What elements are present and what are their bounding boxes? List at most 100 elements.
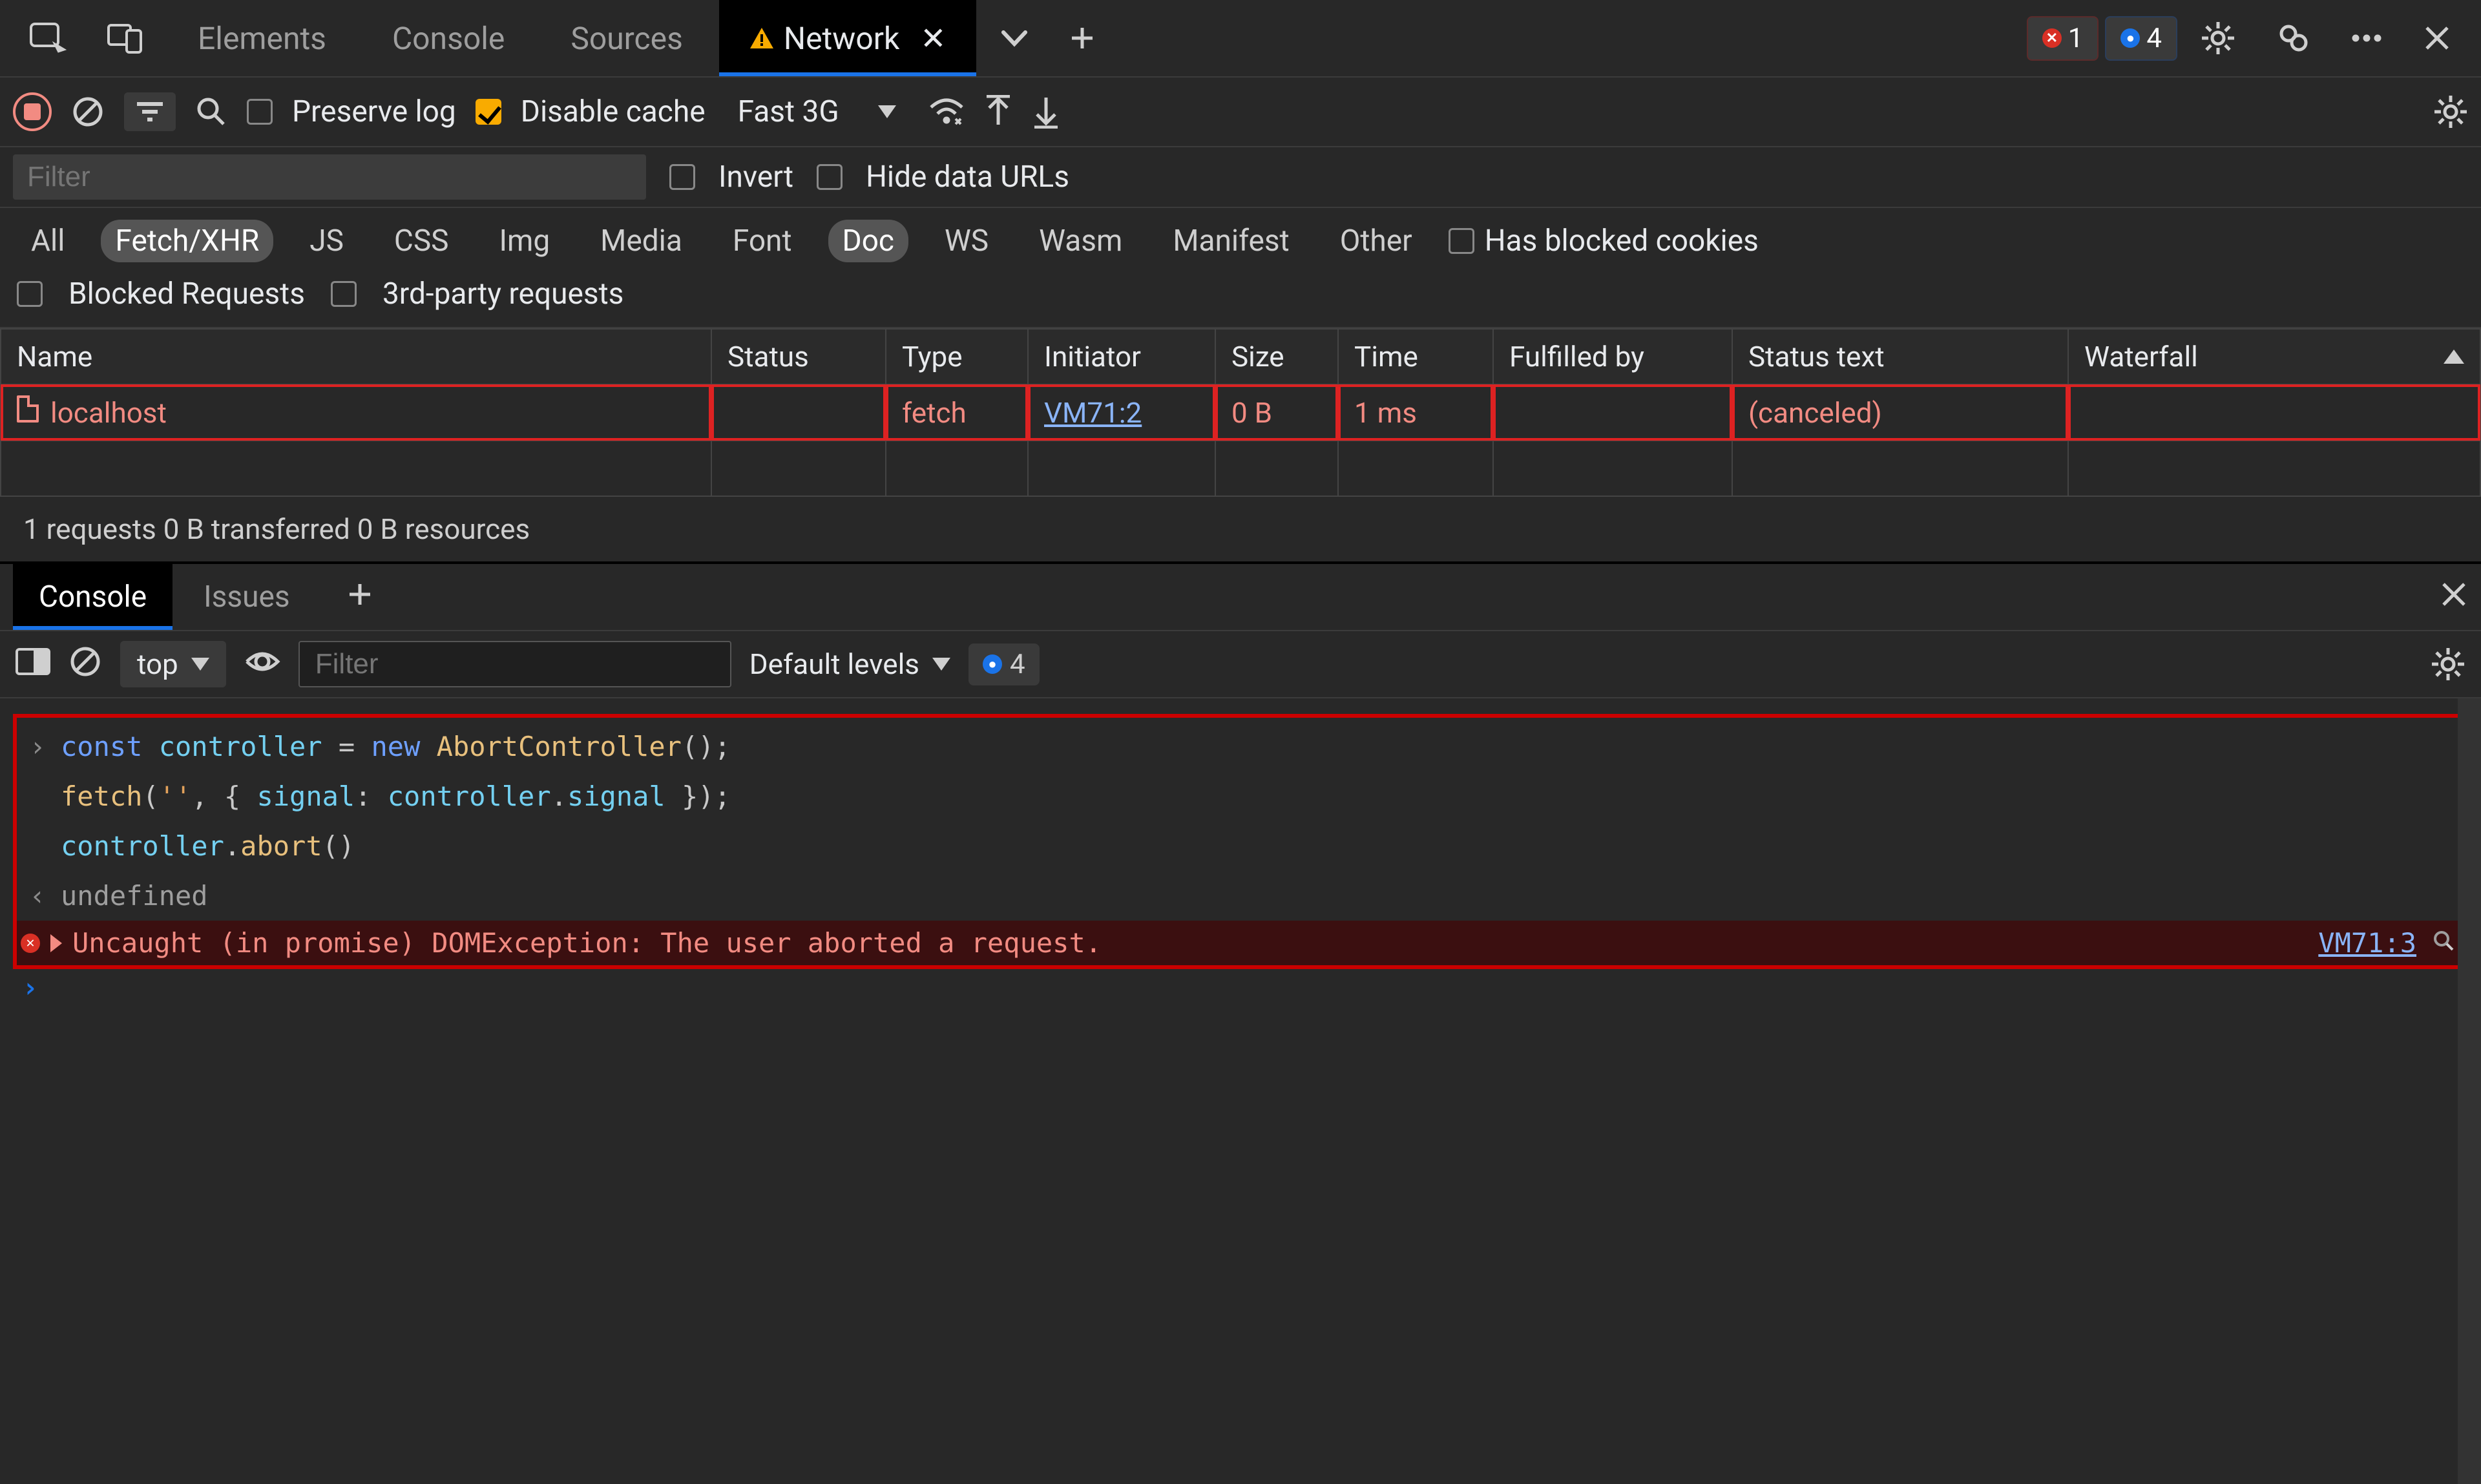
chip-img[interactable]: Img	[485, 220, 564, 262]
chip-fetch-xhr[interactable]: Fetch/XHR	[101, 220, 273, 262]
add-drawer-tab-icon[interactable]	[347, 581, 373, 613]
drawer-tabstrip: Console Issues	[0, 564, 2481, 631]
chip-wasm[interactable]: Wasm	[1025, 220, 1136, 262]
th-initiator[interactable]: Initiator	[1028, 329, 1215, 384]
close-devtools-icon[interactable]	[2406, 12, 2468, 64]
chevron-down-icon	[932, 658, 950, 671]
console-filter-input[interactable]	[298, 641, 731, 687]
log-levels-dropdown[interactable]: Default levels	[749, 647, 950, 681]
console-info-count[interactable]: ● 4	[968, 643, 1040, 685]
filter-input[interactable]	[13, 154, 646, 200]
console-input-line: › const controller = new AbortController…	[26, 722, 2455, 771]
tab-sources[interactable]: Sources	[541, 0, 713, 76]
invert-checkbox[interactable]	[669, 164, 695, 190]
throttling-value: Fast 3G	[738, 94, 839, 129]
hide-data-urls-checkbox[interactable]	[817, 164, 843, 190]
context-dropdown[interactable]: top	[120, 641, 226, 687]
network-settings-icon[interactable]	[2433, 94, 2468, 129]
error-source-link[interactable]: VM71:3	[2318, 927, 2422, 959]
tab-elements-label: Elements	[198, 20, 326, 57]
th-fulfilled[interactable]: Fulfilled by	[1493, 329, 1732, 384]
tab-sources-label: Sources	[571, 20, 683, 57]
th-status-text[interactable]: Status text	[1732, 329, 2068, 384]
more-tabs-icon[interactable]	[983, 17, 1046, 59]
document-icon	[17, 395, 39, 423]
main-tabstrip: Elements Console Sources Network ✕ ✕ 1 ●…	[0, 0, 2481, 78]
inspect-element-icon[interactable]	[13, 11, 84, 65]
add-tab-icon[interactable]	[1052, 14, 1112, 63]
console-sidebar-toggle-icon[interactable]	[16, 648, 50, 681]
console-toolbar: top Default levels ● 4	[0, 631, 2481, 698]
drawer-tab-issues[interactable]: Issues	[178, 564, 316, 630]
scrollbar[interactable]	[2458, 698, 2481, 1484]
kebab-menu-icon[interactable]	[2334, 21, 2400, 55]
cell-fulfilled	[1493, 384, 1732, 441]
cell-time: 1 ms	[1338, 384, 1493, 441]
console-settings-icon[interactable]	[2431, 647, 2465, 682]
error-count-pill[interactable]: ✕ 1	[2027, 16, 2099, 61]
tab-network-label: Network	[784, 20, 899, 57]
th-type[interactable]: Type	[886, 329, 1028, 384]
console-error-line[interactable]: ✕ Uncaught (in promise) DOMException: Th…	[17, 921, 2464, 965]
blocked-requests-checkbox[interactable]	[17, 281, 43, 307]
th-size[interactable]: Size	[1215, 329, 1338, 384]
th-name[interactable]: Name	[1, 329, 711, 384]
console-return-line: ‹ undefined	[26, 871, 2455, 921]
cell-size: 0 B	[1215, 384, 1338, 441]
close-tab-icon[interactable]: ✕	[920, 20, 946, 57]
console-input-line: fetch('', { signal: controller.signal })…	[26, 771, 2455, 821]
network-conditions-icon[interactable]	[928, 97, 965, 127]
highlighted-block: › const controller = new AbortController…	[13, 714, 2468, 969]
live-expression-icon[interactable]	[244, 649, 280, 680]
empty-row	[1, 441, 2480, 496]
record-button[interactable]	[13, 92, 52, 131]
preserve-log-label: Preserve log	[292, 94, 456, 129]
preserve-log-checkbox[interactable]	[247, 99, 273, 125]
search-icon[interactable]	[195, 96, 227, 128]
device-toggle-icon[interactable]	[90, 11, 162, 65]
chip-manifest[interactable]: Manifest	[1158, 220, 1303, 262]
th-waterfall[interactable]: Waterfall	[2068, 329, 2480, 384]
chip-doc[interactable]: Doc	[828, 220, 909, 262]
console-input-line: controller.abort()	[26, 821, 2455, 871]
filter-toggle-icon[interactable]	[124, 92, 176, 131]
third-party-checkbox[interactable]	[331, 281, 357, 307]
clear-console-icon[interactable]	[68, 645, 102, 684]
chevron-down-icon	[878, 105, 896, 118]
warning-icon	[749, 26, 775, 50]
drawer-tab-console[interactable]: Console	[13, 564, 173, 630]
info-count-value: 4	[2146, 23, 2162, 54]
customize-devtools-icon[interactable]	[2259, 9, 2327, 67]
expand-icon[interactable]	[50, 934, 62, 952]
sort-asc-icon	[2444, 350, 2464, 364]
export-har-icon[interactable]	[984, 95, 1012, 129]
info-dot-icon: ●	[2120, 28, 2140, 48]
has-blocked-cookies-checkbox[interactable]	[1449, 228, 1474, 254]
close-drawer-icon[interactable]	[2440, 580, 2468, 614]
lens-icon[interactable]	[2432, 927, 2460, 959]
info-count-pill[interactable]: ● 4	[2105, 16, 2177, 61]
tab-console-label: Console	[392, 20, 505, 57]
chip-media[interactable]: Media	[586, 220, 696, 262]
chip-css[interactable]: CSS	[380, 220, 463, 262]
settings-icon[interactable]	[2184, 9, 2252, 67]
tab-elements[interactable]: Elements	[168, 0, 356, 76]
chip-font[interactable]: Font	[718, 220, 806, 262]
disable-cache-checkbox[interactable]	[476, 99, 501, 125]
initiator-link[interactable]: VM71:2	[1044, 396, 1142, 430]
tab-console[interactable]: Console	[362, 0, 534, 76]
tab-network[interactable]: Network ✕	[719, 0, 976, 76]
th-time[interactable]: Time	[1338, 329, 1493, 384]
chip-ws[interactable]: WS	[930, 220, 1003, 262]
chip-all[interactable]: All	[17, 220, 79, 262]
clear-icon[interactable]	[71, 95, 105, 129]
th-status[interactable]: Status	[711, 329, 886, 384]
error-count-value: 1	[2068, 23, 2084, 54]
chip-other[interactable]: Other	[1326, 220, 1427, 262]
error-dot-icon: ✕	[2042, 28, 2062, 48]
throttling-dropdown[interactable]: Fast 3G	[725, 94, 909, 129]
console-prompt[interactable]: ›	[13, 969, 2468, 1003]
request-row[interactable]: localhost fetch VM71:2 0 B 1 ms (cancele…	[1, 384, 2480, 441]
import-har-icon[interactable]	[1032, 95, 1060, 129]
chip-js[interactable]: JS	[295, 220, 358, 262]
